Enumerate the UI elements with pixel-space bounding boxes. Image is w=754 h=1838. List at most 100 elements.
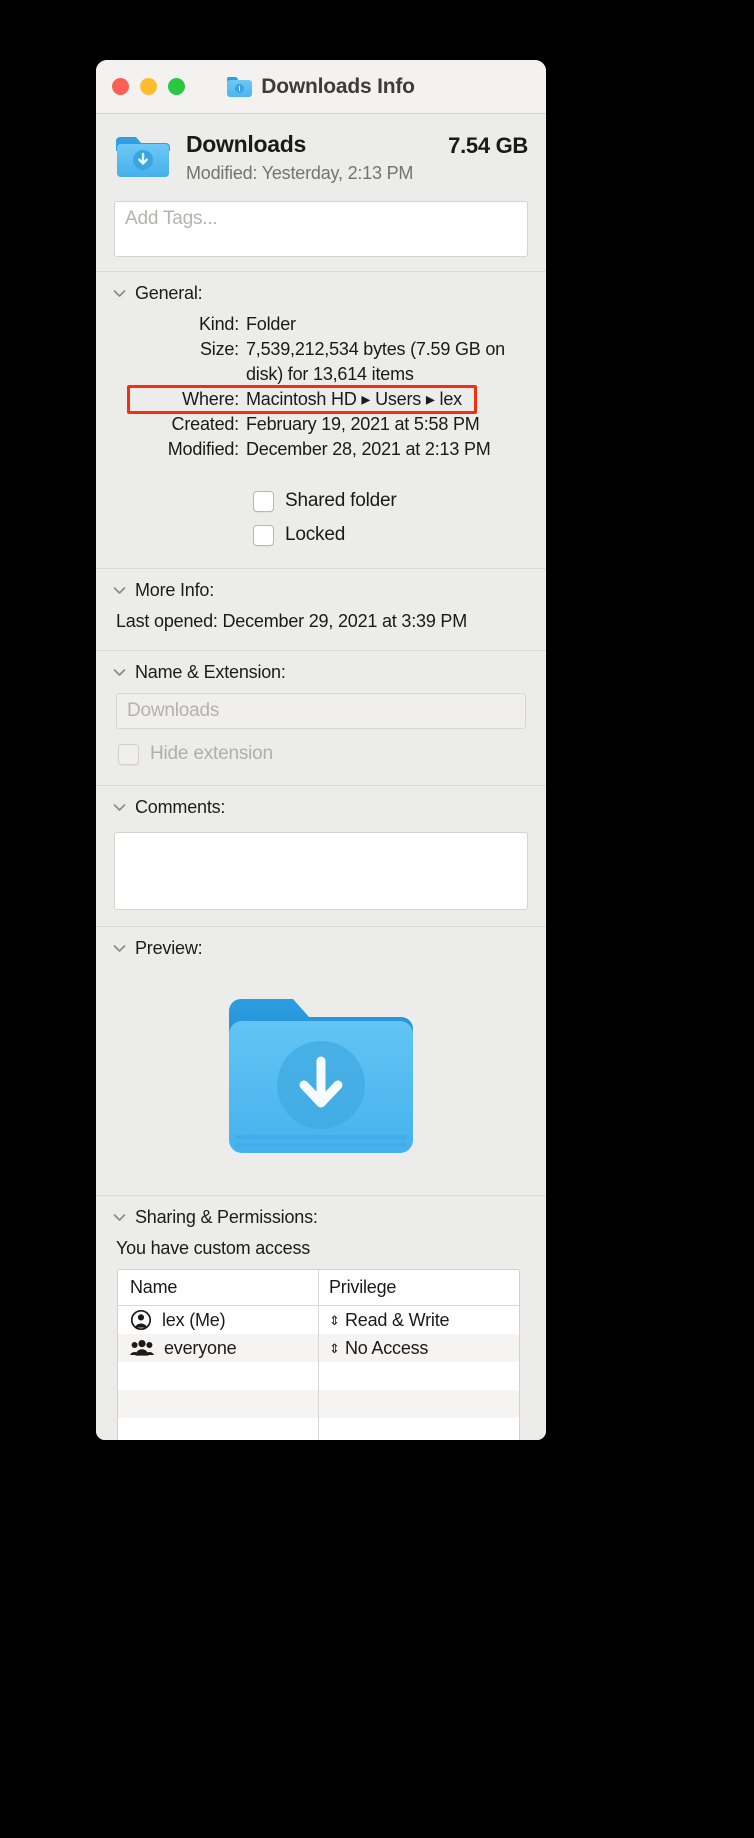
- section-preview-header[interactable]: Preview:: [96, 927, 546, 967]
- section-more-info-title: More Info:: [135, 580, 215, 600]
- table-row[interactable]: everyone ⇕ No Access: [118, 1334, 519, 1362]
- section-comments-title: Comments:: [135, 797, 226, 817]
- chevron-down-icon: [113, 290, 126, 297]
- table-row-empty[interactable]: [118, 1362, 519, 1390]
- zoom-button[interactable]: [168, 78, 185, 95]
- section-name-extension: Name & Extension: Downloads Hide extensi…: [96, 650, 546, 785]
- section-preview: Preview:: [96, 926, 546, 1195]
- name-input[interactable]: Downloads: [116, 693, 526, 729]
- column-header-privilege-cell[interactable]: Privilege: [318, 1270, 519, 1305]
- section-sharing-permissions: Sharing & Permissions: You have custom a…: [96, 1195, 546, 1440]
- info-scroll-area[interactable]: Downloads Modified: Yesterday, 2:13 PM 7…: [96, 114, 546, 1440]
- item-name: Downloads: [186, 131, 306, 157]
- section-general: General: Kind: Folder Size: 7,539,212,53…: [96, 271, 546, 568]
- folder-downloads-large-icon: [229, 999, 413, 1153]
- folder-downloads-header-icon: [114, 130, 172, 187]
- group-icon: [130, 1340, 154, 1356]
- row-created: Created: February 19, 2021 at 5:58 PM: [96, 412, 528, 437]
- tags-placeholder: Add Tags...: [125, 208, 218, 229]
- permission-name: lex (Me): [162, 1309, 226, 1330]
- chevron-down-icon: [113, 669, 126, 676]
- general-checkboxes: Shared folder Locked: [96, 474, 546, 566]
- hide-extension-group: Hide extension: [96, 729, 546, 783]
- section-comments: Comments:: [96, 785, 546, 926]
- section-general-title: General:: [135, 283, 203, 303]
- folder-downloads-icon: [227, 76, 253, 97]
- where-label: Where:: [182, 389, 239, 409]
- stepper-arrows-icon: ⇕: [329, 1340, 340, 1356]
- created-value: February 19, 2021 at 5:58 PM: [246, 414, 480, 434]
- general-rows: Kind: Folder Size: 7,539,212,534 bytes (…: [96, 312, 546, 474]
- section-sharing-header[interactable]: Sharing & Permissions:: [96, 1196, 546, 1236]
- section-general-header[interactable]: General:: [96, 272, 546, 312]
- shared-folder-row[interactable]: Shared folder: [253, 484, 546, 518]
- hide-extension-checkbox[interactable]: [118, 743, 139, 765]
- shared-folder-label: Shared folder: [285, 490, 397, 511]
- permission-privilege-cell[interactable]: ⇕ Read & Write: [318, 1306, 519, 1334]
- last-opened-line: Last opened: December 29, 2021 at 3:39 P…: [116, 611, 468, 631]
- row-kind: Kind: Folder: [96, 312, 528, 337]
- kind-label: Kind:: [198, 314, 239, 334]
- item-header-text: Downloads Modified: Yesterday, 2:13 PM: [186, 130, 434, 184]
- modified-value: December 28, 2021 at 2:13 PM: [246, 439, 491, 459]
- where-value: Macintosh HD ▸ Users ▸ lex: [246, 389, 462, 409]
- kind-value: Folder: [246, 314, 296, 334]
- window-title: Downloads Info: [261, 74, 415, 98]
- item-size: 7.54 GB: [448, 133, 528, 158]
- permission-name-cell[interactable]: everyone: [118, 1334, 318, 1362]
- chevron-down-icon: [113, 804, 126, 811]
- screen: Downloads Info Downloads Modified: Yeste…: [0, 0, 754, 1838]
- chevron-down-icon: [113, 587, 126, 594]
- row-size-cont: disk) for 13,614 items: [96, 362, 528, 387]
- permissions-table-header: Name Privilege: [118, 1270, 519, 1306]
- chevron-down-icon: [113, 1214, 126, 1221]
- shared-folder-checkbox[interactable]: [253, 490, 274, 512]
- get-info-window: Downloads Info Downloads Modified: Yeste…: [96, 60, 546, 1440]
- locked-checkbox[interactable]: [253, 524, 274, 546]
- modified-label: Modified:: [167, 439, 239, 459]
- table-row-empty[interactable]: [118, 1418, 519, 1440]
- comments-textarea[interactable]: [114, 832, 528, 910]
- tags-input[interactable]: Add Tags...: [114, 201, 528, 257]
- user-icon: [130, 1309, 152, 1331]
- preview-area: [96, 967, 546, 1193]
- chevron-down-icon: [113, 945, 126, 952]
- section-sharing-title: Sharing & Permissions:: [135, 1207, 318, 1227]
- column-header-name: Name: [130, 1277, 178, 1297]
- permission-privilege: No Access: [345, 1337, 429, 1358]
- close-button[interactable]: [112, 78, 129, 95]
- section-name-extension-title: Name & Extension:: [135, 662, 286, 682]
- row-modified: Modified: December 28, 2021 at 2:13 PM: [96, 437, 528, 462]
- section-more-info: More Info: Last opened: December 29, 202…: [96, 568, 546, 650]
- permissions-table: Name Privilege lex (Me) ⇕ Read & Write e…: [117, 1269, 520, 1440]
- item-header: Downloads Modified: Yesterday, 2:13 PM 7…: [96, 114, 546, 197]
- row-size: Size: 7,539,212,534 bytes (7.59 GB on: [96, 337, 528, 362]
- locked-row[interactable]: Locked: [253, 518, 546, 552]
- permission-privilege: Read & Write: [345, 1309, 450, 1330]
- stepper-arrows-icon: ⇕: [329, 1312, 340, 1328]
- locked-label: Locked: [285, 524, 346, 545]
- item-modified: Modified: Yesterday, 2:13 PM: [186, 163, 414, 184]
- hide-extension-row[interactable]: Hide extension: [118, 737, 546, 771]
- name-input-value: Downloads: [127, 700, 220, 721]
- window-titlebar[interactable]: Downloads Info: [96, 60, 546, 114]
- size-label: Size:: [199, 339, 239, 359]
- permission-privilege-cell[interactable]: ⇕ No Access: [318, 1334, 519, 1362]
- table-row-empty[interactable]: [118, 1390, 519, 1418]
- traffic-lights: [112, 78, 185, 95]
- created-label: Created:: [171, 414, 240, 434]
- permission-name-cell[interactable]: lex (Me): [118, 1306, 318, 1334]
- hide-extension-label: Hide extension: [150, 743, 273, 764]
- table-row[interactable]: lex (Me) ⇕ Read & Write: [118, 1306, 519, 1334]
- section-name-extension-header[interactable]: Name & Extension:: [96, 651, 546, 691]
- size-value-line2: disk) for 13,614 items: [246, 364, 414, 384]
- column-header-name-cell[interactable]: Name: [118, 1270, 318, 1305]
- access-note: You have custom access: [116, 1238, 311, 1258]
- size-value-line1: 7,539,212,534 bytes (7.59 GB on: [246, 339, 505, 359]
- row-where: Where: Macintosh HD ▸ Users ▸ lex: [96, 385, 528, 414]
- column-header-privilege: Privilege: [329, 1277, 397, 1297]
- section-more-info-header[interactable]: More Info:: [96, 569, 546, 609]
- section-comments-header[interactable]: Comments:: [96, 786, 546, 826]
- permission-name: everyone: [164, 1337, 237, 1358]
- minimize-button[interactable]: [140, 78, 157, 95]
